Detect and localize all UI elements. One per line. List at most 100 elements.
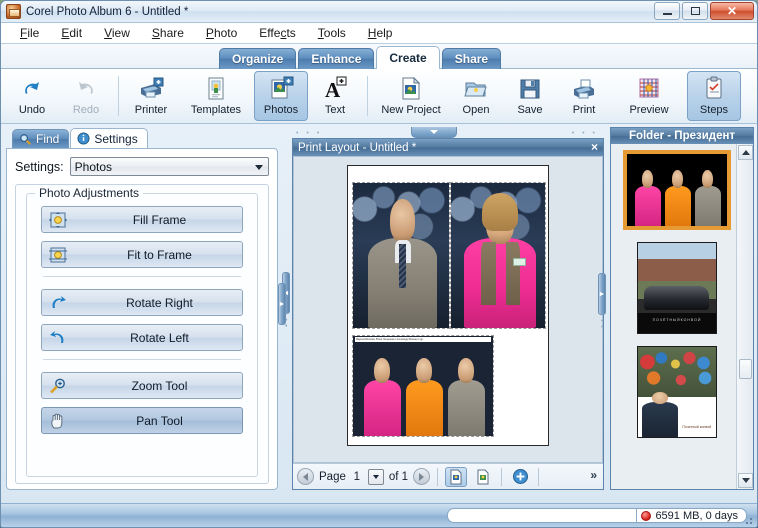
adjustments-divider-1 (43, 276, 241, 277)
toolbar-button-printer[interactable]: Printer (124, 71, 178, 121)
left-settings-panel: Find Settings Settings: Photos Photo Adj… (6, 127, 290, 490)
fill-frame-label: Fill Frame (132, 212, 187, 227)
thumbnail-crowd-greeting[interactable]: Почетный конвой (636, 346, 717, 438)
folder-thumbnail-panel: Folder - Президент П О Ч Ё Т Н Ы Й К О Н… (598, 127, 754, 490)
toolbar-button-save[interactable]: Save (503, 71, 557, 121)
toolbar-button-undo[interactable]: Undo (5, 71, 59, 121)
toolbar-button-templates[interactable]: Templates (178, 71, 254, 121)
thumbnail-detail-car (643, 286, 710, 310)
photo-audience-row-of-three[interactable]: Марина Волкова, Юлия Латынина и Александ… (352, 335, 494, 437)
toolbar-button-open[interactable]: Open (449, 71, 503, 121)
bottom-bar-separator-3 (538, 467, 540, 486)
rotate-right-button[interactable]: Rotate Right (41, 289, 243, 316)
overflow-button[interactable]: » (590, 468, 597, 482)
minimize-button[interactable] (654, 2, 680, 20)
page-remove-icon (475, 469, 491, 485)
pan-tool-button[interactable]: Pan Tool (41, 407, 243, 434)
menu-item-help[interactable]: Help (357, 24, 404, 42)
chevron-up-icon (741, 150, 750, 155)
rotate-left-button[interactable]: Rotate Left (41, 324, 243, 351)
toolbar-label-redo: Redo (72, 104, 100, 116)
thumbnail-subject-pink (634, 169, 661, 226)
photo-man-in-grey-jacket[interactable] (352, 182, 450, 329)
scroll-down-button[interactable] (738, 473, 753, 488)
toolbar-label-steps: Steps (699, 104, 729, 116)
toolbar-button-text[interactable]: A Text (308, 71, 362, 121)
settings-label: Settings: (15, 159, 64, 174)
scrollbar-thumb[interactable] (739, 359, 752, 379)
settings-dropdown-value: Photos (74, 159, 112, 174)
menu-item-file[interactable]: File (9, 24, 50, 42)
thumbnail-audience-selected[interactable] (622, 150, 731, 230)
status-bar: 6591 MB, 0 days (1, 503, 757, 527)
thumbnail-image-lower: Почетный конвой (637, 392, 716, 437)
thumbnail-subject-grey (694, 169, 721, 226)
toolbar-button-redo[interactable]: Redo (59, 71, 113, 121)
tab-organize-label: Organize (232, 52, 284, 66)
photo-woman-in-pink-shirt[interactable] (450, 182, 546, 329)
menu-item-tools[interactable]: Tools (307, 24, 357, 42)
status-message-area (447, 508, 638, 523)
zoom-in-button[interactable] (509, 467, 531, 487)
chevron-down-icon (255, 165, 263, 170)
zoom-tool-button[interactable]: Zoom Tool (41, 372, 243, 399)
menu-item-effects[interactable]: Effects (248, 24, 306, 42)
fill-frame-button[interactable]: Fill Frame (41, 206, 243, 233)
scroll-up-button[interactable] (738, 145, 753, 160)
folder-scrollbar[interactable] (736, 144, 753, 489)
toolbar-button-steps[interactable]: Steps (687, 71, 741, 121)
center-left-splitter-grip[interactable]: ► (278, 283, 286, 325)
menu-bar: File Edit View Share Photo Effects Tools… (1, 23, 757, 44)
menu-item-edit[interactable]: Edit (50, 24, 93, 42)
close-button[interactable]: ✕ (710, 2, 754, 20)
tab-enhance[interactable]: Enhance (298, 48, 375, 69)
collapse-panel-button[interactable] (411, 127, 457, 138)
bottom-bar-separator-2 (501, 467, 503, 486)
print-layout-title: Print Layout - Untitled * (298, 141, 417, 154)
tab-share[interactable]: Share (441, 48, 502, 69)
photo-caption: Марина Волкова, Юлия Латынина и Александ… (355, 337, 491, 342)
toolbar-button-new-project[interactable]: New Project (373, 71, 449, 121)
photo-subject-pink (364, 357, 401, 436)
menu-item-view[interactable]: View (93, 24, 141, 42)
photo-add-icon (266, 75, 296, 103)
print-layout-close-button[interactable]: × (591, 140, 598, 155)
maximize-icon (690, 7, 700, 15)
photo-subject (464, 193, 536, 328)
toolbar-button-photos[interactable]: Photos (254, 71, 308, 121)
next-page-button[interactable] (413, 468, 431, 485)
settings-dropdown[interactable]: Photos (69, 157, 269, 176)
tab-settings[interactable]: Settings (70, 128, 148, 148)
print-layout-window: Print Layout - Untitled * × Марина Волко… (292, 138, 604, 490)
menu-item-share[interactable]: Share (141, 24, 195, 42)
page-number-value[interactable]: 1 (351, 471, 363, 483)
fit-to-frame-button[interactable]: Fit to Frame (41, 241, 243, 268)
main-toolbar: Undo Redo Printer Templates Photos A Tex… (1, 69, 757, 124)
zoom-tool-icon (45, 377, 71, 395)
menu-item-photo[interactable]: Photo (195, 24, 248, 42)
center-left-splitter[interactable]: ► (278, 138, 286, 501)
toolbar-button-preview[interactable]: Preview (611, 71, 687, 121)
bottom-bar-separator-1 (437, 467, 439, 486)
rotate-right-label: Rotate Right (126, 295, 193, 310)
center-collapse-row: • • • • • • (292, 127, 604, 138)
add-page-button[interactable] (445, 466, 468, 487)
remove-page-button[interactable] (472, 467, 494, 487)
status-disk-area[interactable]: 6591 MB, 0 days (636, 508, 747, 523)
right-splitter-grip[interactable]: ► (598, 273, 606, 315)
photo-adjustments-group: Photo Adjustments Fill Frame Fit to Fram… (26, 186, 258, 477)
pan-hand-icon (45, 412, 71, 430)
resize-grip[interactable] (745, 515, 755, 525)
tab-find[interactable]: Find (12, 129, 70, 148)
photo-adjustments-title: Photo Adjustments (35, 186, 144, 200)
right-splitter[interactable]: ► • • • (598, 128, 606, 489)
page-number-dropdown[interactable] (367, 468, 384, 485)
previous-page-button[interactable] (297, 468, 314, 485)
print-layout-canvas[interactable]: Марина Волкова, Юлия Латынина и Александ… (293, 156, 603, 463)
thumbnail-car-poster[interactable]: П О Ч Ё Т Н Ы Й К О Н В О Й (636, 242, 717, 334)
toolbar-button-print[interactable]: Print (557, 71, 611, 121)
maximize-button[interactable] (682, 2, 708, 20)
tab-organize[interactable]: Organize (219, 48, 297, 69)
tab-create[interactable]: Create (376, 46, 440, 69)
thumbnail-subject-orange (664, 169, 691, 226)
